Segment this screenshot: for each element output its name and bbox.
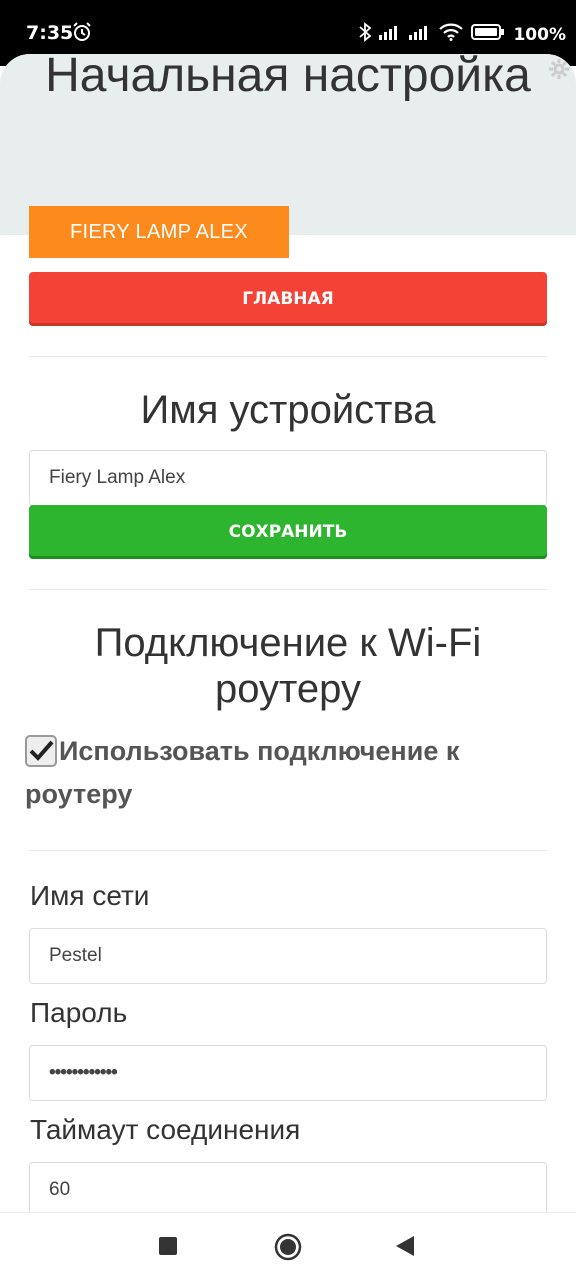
- divider: [29, 356, 547, 357]
- back-icon[interactable]: [395, 1235, 415, 1262]
- home-icon[interactable]: [274, 1233, 302, 1266]
- password-label: Пароль: [30, 997, 128, 1028]
- battery-icon: [471, 23, 505, 46]
- navigation-bar: [0, 1212, 576, 1280]
- settings-page: Начальная настройка FIERY LAMP ALEX ГЛАВ…: [0, 54, 576, 1212]
- wifi-icon: [439, 23, 464, 46]
- bluetooth-icon: [359, 22, 372, 47]
- signal-icon: [409, 24, 431, 45]
- alarm-icon: [72, 22, 92, 47]
- page-title: Начальная настройка: [45, 54, 531, 102]
- status-time: 7:35: [26, 22, 74, 44]
- wifi-section-title: Подключение к Wi-Fi роутеру: [94, 621, 482, 711]
- timeout-label: Таймаут соединения: [30, 1114, 301, 1145]
- divider: [29, 850, 547, 851]
- device-name-title: Имя устройства: [140, 388, 436, 432]
- gear-icon[interactable]: [548, 58, 570, 85]
- screen: 7:35 100% Начальная настройка FIERY LAMP…: [0, 0, 576, 1280]
- network-name-input[interactable]: Pestel: [29, 928, 547, 984]
- use-router-row[interactable]: Использовать подключение к роутеру: [25, 730, 525, 816]
- password-input[interactable]: ••••••••••••: [29, 1045, 547, 1101]
- save-button[interactable]: СОХРАНИТЬ: [29, 505, 547, 559]
- device-tab[interactable]: FIERY LAMP ALEX: [29, 206, 289, 258]
- recents-icon[interactable]: [159, 1237, 177, 1260]
- signal-icon: [379, 24, 401, 45]
- network-name-label: Имя сети: [30, 880, 150, 911]
- divider: [29, 589, 547, 590]
- timeout-input[interactable]: 60: [29, 1162, 547, 1212]
- device-name-input[interactable]: Fiery Lamp Alex: [29, 450, 547, 506]
- status-icons: 100%: [359, 22, 566, 47]
- use-router-label: Использовать подключение к роутеру: [25, 736, 460, 809]
- use-router-checkbox[interactable]: [25, 735, 57, 767]
- battery-percent: 100%: [513, 24, 566, 45]
- main-button[interactable]: ГЛАВНАЯ: [29, 272, 547, 326]
